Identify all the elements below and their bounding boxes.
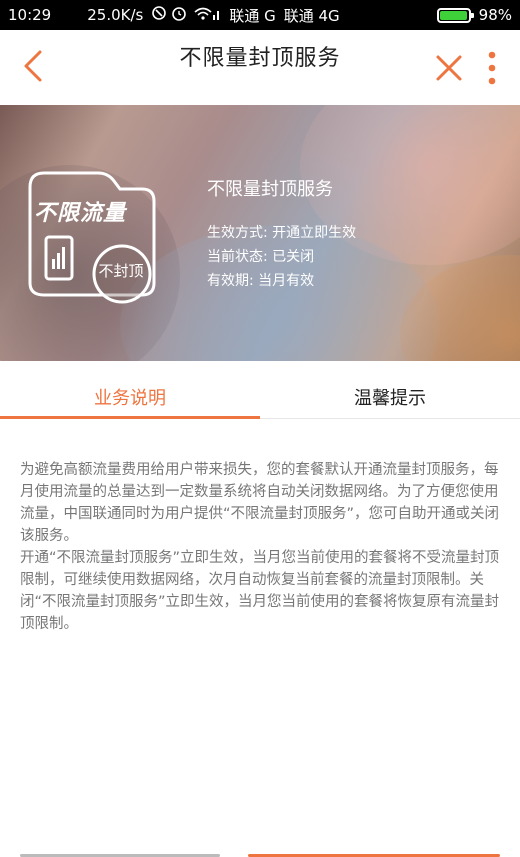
battery-percent: 98%	[478, 6, 512, 24]
close-button[interactable]	[433, 52, 465, 84]
bottom-action-bar	[0, 839, 520, 857]
data-plan-icon	[28, 171, 156, 304]
service-banner: 不限流量 不封顶 不限量封顶服务 生效方式: 开通立即生效 当前状态: 已关闭 …	[0, 105, 520, 361]
description-paragraph: 开通“不限流量封顶服务”立即生效，当月您当前使用的套餐将不受流量封顶限制，可继续…	[20, 550, 500, 632]
battery-icon	[436, 7, 474, 23]
more-vertical-icon	[488, 51, 496, 85]
status-bar: 10:29 25.0K/s 联通 G 联通 4G 98%	[0, 0, 520, 30]
current-status: 当前状态: 已关闭	[207, 249, 315, 265]
tab-service-description[interactable]: 业务说明	[0, 361, 260, 419]
tab-tips[interactable]: 温馨提示	[260, 361, 520, 419]
status-icons	[152, 6, 220, 21]
carrier-2: 联通 4G	[283, 6, 340, 25]
service-logo: 不限流量 不封顶	[20, 165, 160, 305]
logo-main-text: 不限流量	[34, 201, 127, 226]
network-speed: 25.0K/s	[87, 6, 144, 24]
logo-sub-text: 不封顶	[98, 262, 144, 280]
status-time: 10:29	[8, 6, 52, 24]
description-paragraph: 为避免高额流量费用给用户带来损失，您的套餐默认开通流量封顶服务，每月使用流量的总…	[20, 462, 500, 544]
tab-bar: 业务说明 温馨提示	[0, 361, 520, 419]
validity-period: 有效期: 当月有效	[207, 273, 315, 289]
app-header: 不限量封顶服务	[0, 30, 520, 105]
carrier-1: 联通 G	[229, 6, 276, 25]
tab-content: 为避免高额流量费用给用户带来损失，您的套餐默认开通流量封顶服务，每月使用流量的总…	[0, 419, 520, 839]
service-description: 为避免高额流量费用给用户带来损失，您的套餐默认开通流量封顶服务，每月使用流量的总…	[20, 459, 504, 635]
effective-mode: 生效方式: 开通立即生效	[207, 225, 357, 241]
service-info: 不限量封顶服务 生效方式: 开通立即生效 当前状态: 已关闭 有效期: 当月有效	[207, 175, 356, 293]
notification-icons	[151, 5, 221, 25]
service-name: 不限量封顶服务	[207, 179, 333, 200]
more-menu-button[interactable]	[482, 48, 502, 88]
close-icon	[436, 55, 462, 81]
